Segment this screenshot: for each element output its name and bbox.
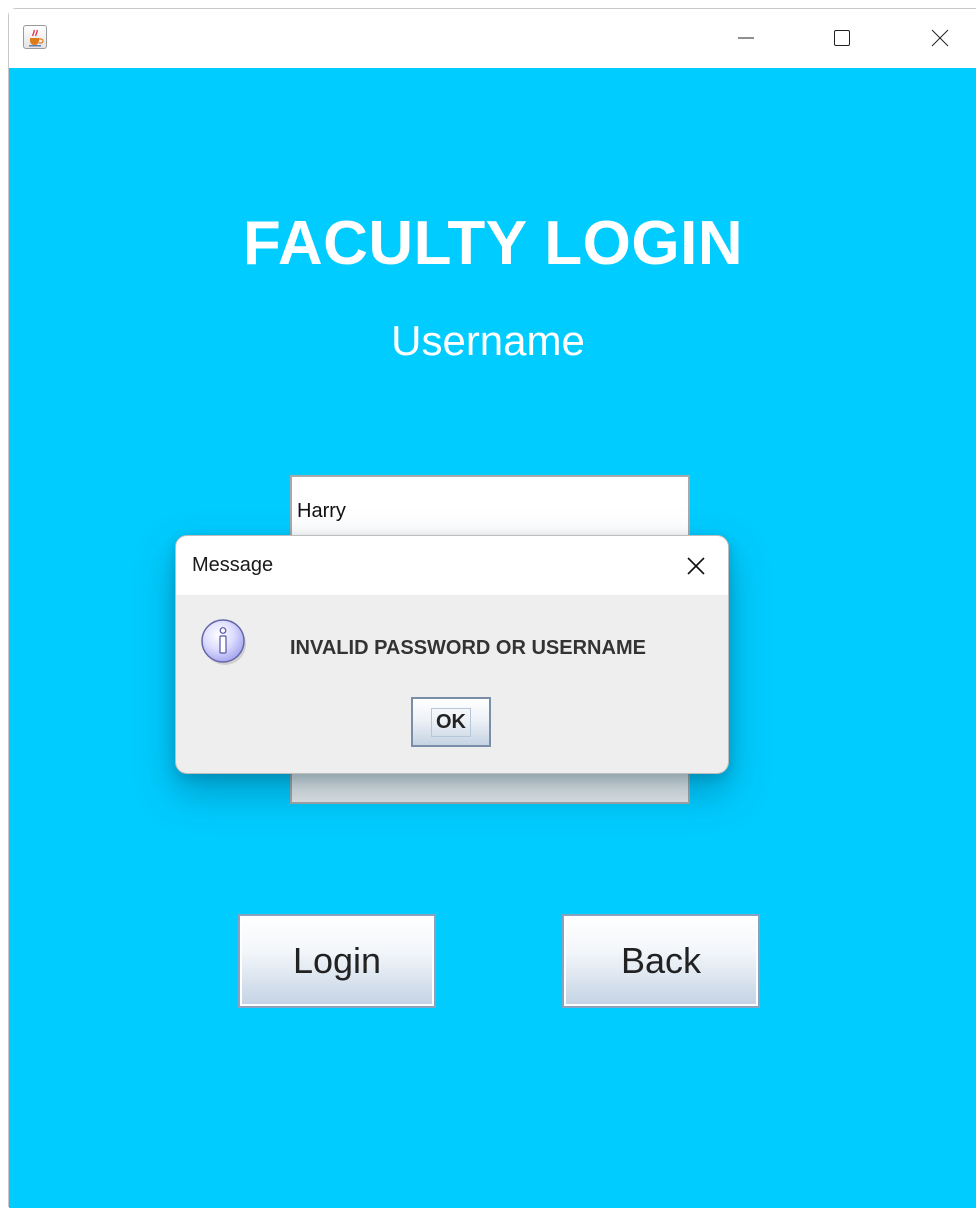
ok-button[interactable]: OK (411, 697, 491, 747)
dialog-title-bar[interactable]: Message (176, 536, 728, 595)
maximize-icon (834, 30, 850, 46)
ok-button-label: OK (431, 707, 471, 737)
back-button[interactable]: Back (562, 914, 760, 1008)
dialog-message: INVALID PASSWORD OR USERNAME (290, 637, 646, 659)
dialog-title: Message (192, 554, 274, 576)
page-title: FACULTY LOGIN (242, 209, 744, 278)
dialog-close-button[interactable] (674, 544, 718, 588)
close-icon (931, 29, 949, 47)
close-icon (687, 557, 705, 575)
username-label: Username (391, 317, 585, 364)
login-button[interactable]: Login (238, 914, 436, 1008)
maximize-button[interactable] (819, 15, 865, 61)
window-close-button[interactable] (917, 15, 963, 61)
java-cup-icon (23, 25, 47, 49)
title-bar[interactable] (9, 9, 976, 68)
message-dialog: Message INVALID PASSWORD OR USERNAME OK (175, 535, 729, 774)
minimize-icon (738, 37, 754, 39)
minimize-button[interactable] (723, 15, 769, 61)
info-icon (198, 616, 250, 668)
